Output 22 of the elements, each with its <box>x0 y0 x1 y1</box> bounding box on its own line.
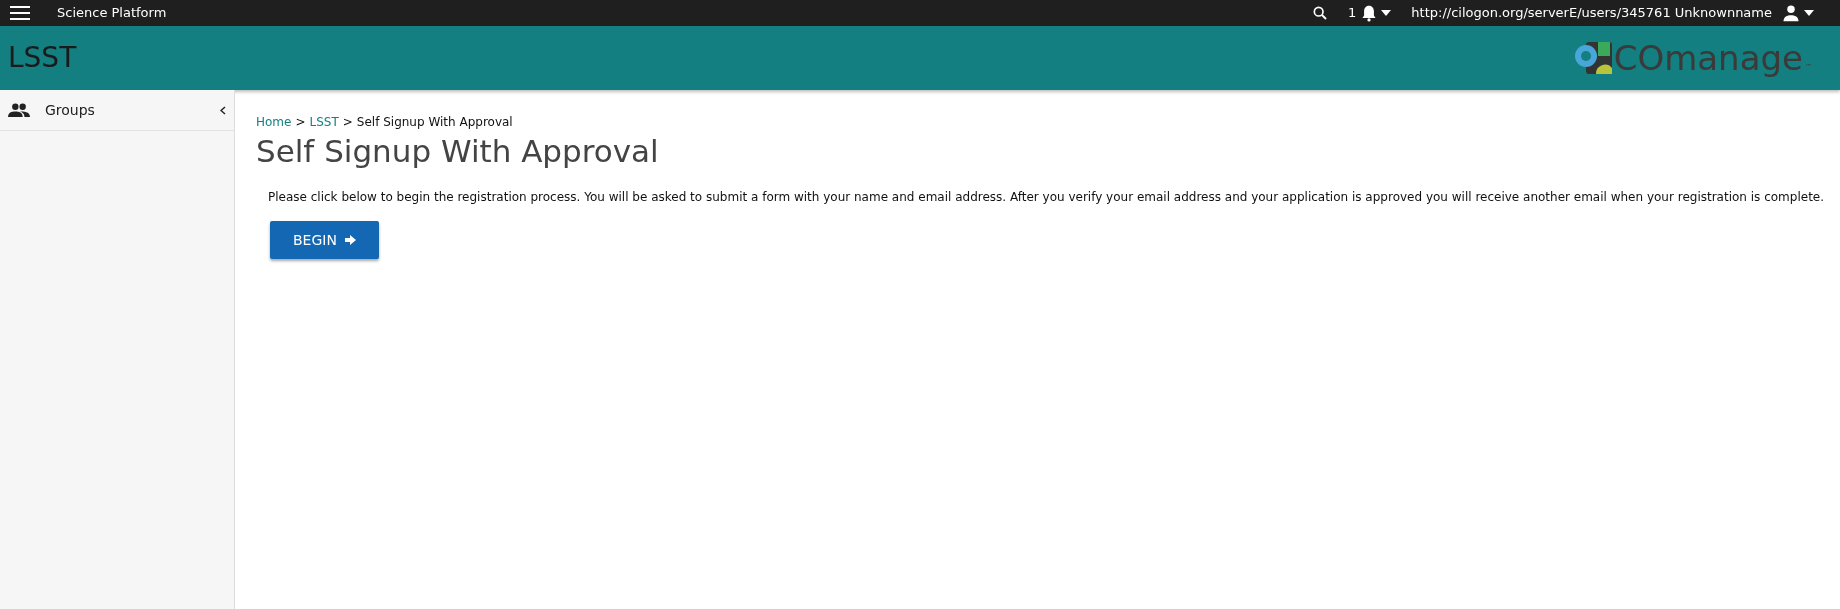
breadcrumb-current: Self Signup With Approval <box>356 114 513 131</box>
user-name[interactable]: http://cilogon.org/serverE/users/345761 Unknownname <box>1411 3 1772 23</box>
begin-button[interactable]: BEGIN <box>270 221 379 259</box>
breadcrumb-link[interactable]: LSST <box>309 113 339 131</box>
breadcrumb-separator: > <box>295 114 306 131</box>
logo-text: COmanage <box>1613 40 1803 76</box>
arrow-right-icon <box>344 235 356 245</box>
user-icon[interactable] <box>1782 4 1800 22</box>
breadcrumb-link[interactable]: Home <box>256 113 292 131</box>
app-name: Science Platform <box>57 4 167 23</box>
sidebar-item[interactable]: Groups <box>0 90 234 131</box>
notification-count: 1 <box>1348 4 1357 23</box>
page-title: Self Signup With Approval <box>256 132 660 170</box>
menu-icon[interactable] <box>10 6 30 20</box>
chevron-left-icon <box>220 105 226 115</box>
intro-text: Please click below to begin the registration process. You will be asked to submit a form with your name and email address. After you verify your email address and your application is approved you will receive another email when your registration is complete. <box>268 189 1826 206</box>
breadcrumb-separator: > <box>342 114 353 131</box>
site-title: LSST <box>8 40 77 76</box>
people-icon <box>8 103 30 117</box>
caret-icon[interactable] <box>1381 10 1392 16</box>
search-icon[interactable] <box>1312 5 1329 21</box>
caret-icon[interactable] <box>1804 10 1814 16</box>
